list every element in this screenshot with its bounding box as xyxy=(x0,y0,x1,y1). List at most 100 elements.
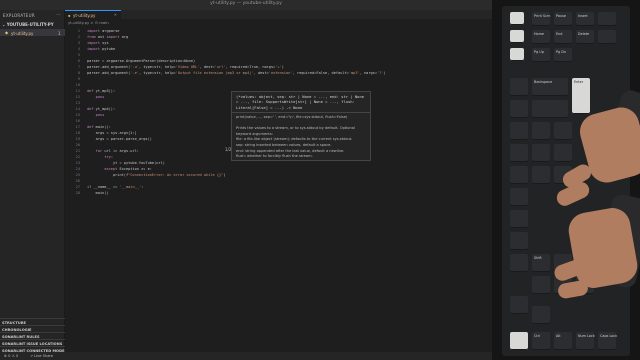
code-text: args = parser.parse_args() xyxy=(87,137,152,141)
key-numlock: Num Lock xyxy=(576,332,595,350)
key xyxy=(510,332,528,350)
code-text: parser = argparse.ArgumentParser(descrip… xyxy=(87,59,196,63)
popup-doc-line: flush: whether to forcibly flush the str… xyxy=(236,154,313,159)
key xyxy=(532,306,550,324)
popup-divider xyxy=(232,112,370,113)
code-line[interactable]: 28 main() xyxy=(65,190,492,196)
key-label: Caps Lock xyxy=(600,334,618,338)
line-number: 20 xyxy=(75,143,80,147)
line-number: 6 xyxy=(77,59,80,63)
section-label: SONARLINT RULES xyxy=(2,334,40,339)
code-text: import argparse xyxy=(87,29,120,33)
section-sonarlint-rules[interactable]: SONARLINT RULES xyxy=(0,332,65,339)
line-number: 2 xyxy=(77,35,80,39)
key xyxy=(532,122,550,140)
code-text: pass xyxy=(95,113,105,117)
section-chronologie[interactable]: CHRONOLOGIE xyxy=(0,325,65,332)
problems-indicator[interactable]: ⊗ 0 ⚠ 0 xyxy=(4,354,18,358)
keyboard-photo: Print Scrn Pause Home End Pg Up Pg Dn In… xyxy=(492,0,640,360)
code-area[interactable]: 1 import argparse 2 from ast import arg 3 imp… xyxy=(65,26,492,352)
key-end: End xyxy=(554,30,572,44)
code-text: pass xyxy=(95,95,105,99)
section-label: STRUCTURE xyxy=(2,320,26,325)
more-actions-icon[interactable]: ··· xyxy=(56,12,61,18)
line-number: 17 xyxy=(75,125,80,129)
code-text: try: xyxy=(104,155,113,159)
key-label: Alt xyxy=(556,334,561,338)
key-delete: Delete xyxy=(576,30,594,44)
line-number: 3 xyxy=(77,41,80,45)
key xyxy=(532,144,550,162)
line-number: 9 xyxy=(77,77,80,81)
popup-doc-line: keyword arguments: xyxy=(236,131,273,136)
key-pgup: Pg Up xyxy=(532,48,550,62)
line-number: 13 xyxy=(75,101,80,105)
close-icon[interactable]: × xyxy=(114,13,117,18)
breadcrumb[interactable]: yt-utility.py > ⊙ main xyxy=(68,20,109,25)
explorer-header: EXPLORATEUR xyxy=(3,13,35,18)
code-text: if __name__ == '__main__': xyxy=(87,185,144,189)
line-number: 11 xyxy=(75,89,80,93)
line-number: 10 xyxy=(75,83,80,87)
key xyxy=(598,30,616,44)
line-number: 23 xyxy=(75,161,80,165)
python-file-icon: ◆ xyxy=(68,13,71,18)
code-text: from ast import arg xyxy=(87,35,129,39)
line-number: 19 xyxy=(75,137,80,141)
section-structure[interactable]: STRUCTURE xyxy=(0,318,65,325)
code-text: except Exception as e: xyxy=(104,167,152,171)
line-number: 24 xyxy=(75,167,80,171)
code-text: import pytube xyxy=(87,47,116,51)
key xyxy=(554,122,572,140)
key-label: Pg Up xyxy=(534,50,544,54)
code-text: def main(): xyxy=(87,125,111,129)
key-shift: Shift xyxy=(532,254,550,272)
code-text: import sys xyxy=(87,41,109,45)
key-label: Pause xyxy=(556,14,566,18)
key xyxy=(532,166,550,184)
code-text: def yt_mp4(): xyxy=(87,107,116,111)
key xyxy=(510,12,524,25)
line-number: 28 xyxy=(75,191,80,195)
popup-doc-line: Prints the values to a stream, or to sys… xyxy=(236,126,355,131)
code-text: args = sys.argv[1:] xyxy=(87,131,137,135)
popup-doc-line: print(value, ..., sep=' ', end='\n', fil… xyxy=(236,115,348,119)
key-label: Pg Dn xyxy=(556,50,567,54)
key-backspace: Backspace xyxy=(532,78,568,96)
tab-yt-utility[interactable]: ◆ yt-utility.py × xyxy=(65,10,121,19)
signature-counter[interactable]: 1/2 xyxy=(225,147,231,152)
key xyxy=(510,30,524,43)
key xyxy=(510,122,528,140)
line-number: 15 xyxy=(75,113,80,117)
key-label: Ctrl xyxy=(534,334,541,338)
line-number: 27 xyxy=(75,185,80,189)
live-share-label: Live Share xyxy=(34,354,54,358)
project-folder[interactable]: ⌄ YOUTUBE-UTILITY-PY xyxy=(0,22,65,28)
file-item-yt-utility[interactable]: ◆ yt-utility.py 1 xyxy=(0,29,65,36)
window-title: yt-utility.py — youtube-utility.py xyxy=(210,1,282,6)
line-number: 4 xyxy=(77,47,80,51)
key xyxy=(510,232,528,250)
code-text: print(f"ConnectionError: An error occure… xyxy=(87,173,226,177)
key-label: Home xyxy=(534,32,545,36)
key xyxy=(510,144,528,162)
line-number: 5 xyxy=(77,53,80,57)
code-text: yt = pytube.YouTube(url) xyxy=(87,161,165,165)
line-number: 12 xyxy=(75,95,80,99)
popup-doc-line: file: a file-like object (stream); defau… xyxy=(236,137,353,142)
section-sonarlint-issues[interactable]: SONARLINT ISSUE LOCATIONS xyxy=(0,339,65,346)
line-number: 22 xyxy=(75,155,80,159)
key-capslock: Caps Lock xyxy=(598,332,618,350)
code-text: parser.add_argument('-e', type=str, help… xyxy=(87,71,386,75)
tab-label: yt-utility.py xyxy=(73,13,96,18)
code-text: for url in args.url: xyxy=(95,149,139,153)
signature-help-popup: (*values: object, sep: str | None = ...,… xyxy=(231,91,371,161)
key-enter: Enter xyxy=(572,78,590,114)
key-ctrl: Ctrl xyxy=(532,332,550,350)
key-label: Backspace xyxy=(534,80,553,84)
key-label: Delete xyxy=(578,32,590,36)
key-pgdn: Pg Dn xyxy=(554,48,572,62)
line-number: 18 xyxy=(75,131,80,135)
key-insert: Insert xyxy=(576,12,594,26)
live-share-button[interactable]: ↗ Live Share xyxy=(30,354,53,358)
